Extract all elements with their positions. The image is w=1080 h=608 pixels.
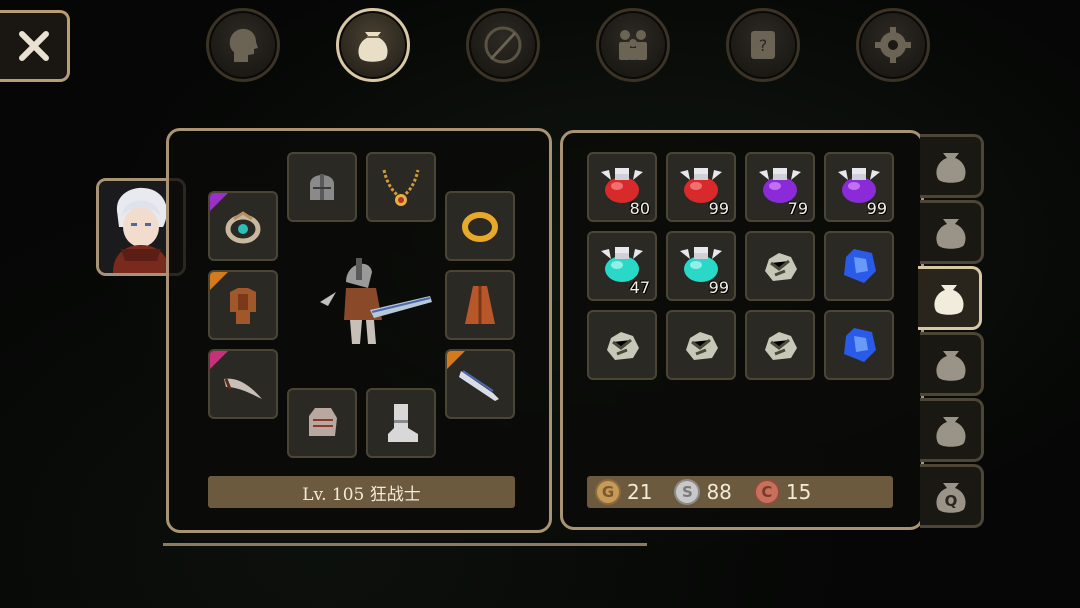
inventory-slot[interactable]: 80 <box>587 152 657 222</box>
svg-text:?: ? <box>759 36 768 55</box>
gear-icon <box>875 27 911 63</box>
inventory-slot[interactable] <box>666 310 736 380</box>
tab-settings[interactable] <box>856 8 930 82</box>
equip-slot-ring-2[interactable] <box>445 191 515 261</box>
quest-scroll-icon: ? <box>751 31 775 59</box>
ore-icon <box>607 332 639 360</box>
bag-icon <box>935 153 966 183</box>
inventory-slot[interactable]: 99 <box>666 152 736 222</box>
inventory-slot[interactable] <box>824 231 894 301</box>
bag-tab-5[interactable] <box>920 398 984 462</box>
tab-skills[interactable] <box>466 8 540 82</box>
bag-tab-1[interactable] <box>920 134 984 198</box>
inventory-slot[interactable] <box>824 310 894 380</box>
tab-party[interactable] <box>596 8 670 82</box>
divider <box>163 543 647 546</box>
inventory-slot[interactable]: 79 <box>745 152 815 222</box>
bag-icon <box>933 285 964 315</box>
item-quantity: 47 <box>629 278 650 297</box>
currency-bar: G 21 S 88 C 15 <box>587 476 893 508</box>
gold-amount: 21 <box>627 480 653 504</box>
ore-icon <box>765 253 797 281</box>
boots-icon <box>388 404 418 442</box>
item-quantity: 99 <box>708 199 729 218</box>
blue-gem-icon <box>844 249 876 283</box>
gold-ring-icon <box>462 212 498 242</box>
level-class-label: Lv. 105 狂战士 <box>208 476 515 508</box>
close-icon <box>18 31 49 61</box>
item-quantity: 99 <box>866 199 887 218</box>
inventory-slot[interactable] <box>745 231 815 301</box>
equip-slot-gloves[interactable] <box>287 388 357 458</box>
inventory-slot[interactable]: 99 <box>824 152 894 222</box>
inventory-slot[interactable] <box>745 310 815 380</box>
equip-slot-helmet[interactable] <box>287 152 357 222</box>
equip-slot-ring[interactable] <box>208 191 278 261</box>
quest-bag-icon: Q <box>935 483 966 513</box>
equip-slot-offhand[interactable] <box>445 349 515 419</box>
profile-head-icon <box>229 28 258 62</box>
character-sprite <box>320 258 432 344</box>
silver-amount: 88 <box>706 480 732 504</box>
cloak-icon <box>465 286 495 324</box>
blue-gem-icon <box>844 328 876 362</box>
copper-coin-icon: C <box>753 479 780 505</box>
equip-slot-cloak[interactable] <box>445 270 515 340</box>
bag-tab-2[interactable] <box>920 200 984 264</box>
inventory-slot[interactable]: 47 <box>587 231 657 301</box>
tab-quests[interactable]: ? <box>726 8 800 82</box>
equip-slot-amulet[interactable] <box>366 152 436 222</box>
silver-coin-icon: S <box>674 479 701 505</box>
copper-currency: C 15 <box>753 479 812 505</box>
inventory-slot[interactable] <box>587 310 657 380</box>
ore-icon <box>765 332 797 360</box>
gauntlet-icon <box>309 408 337 436</box>
bag-tab-4[interactable] <box>920 332 984 396</box>
helmet-icon <box>310 174 334 200</box>
bag-icon <box>935 351 966 381</box>
rarity-badge <box>210 193 228 211</box>
amulet-icon <box>382 169 420 206</box>
rarity-badge <box>210 351 228 369</box>
item-quantity: 80 <box>629 199 650 218</box>
equip-slot-weapon[interactable] <box>208 349 278 419</box>
tab-bag[interactable] <box>336 8 410 82</box>
ore-icon <box>686 332 718 360</box>
gold-coin-icon: G <box>595 479 621 505</box>
bag-icon <box>935 417 966 447</box>
tab-character[interactable] <box>206 8 280 82</box>
party-icon <box>619 30 647 60</box>
bag-tab-6[interactable]: Q <box>920 464 984 528</box>
bag-icon <box>935 219 966 249</box>
copper-amount: 15 <box>785 480 812 504</box>
equip-slot-boots[interactable] <box>366 388 436 458</box>
inventory-slot[interactable]: 99 <box>666 231 736 301</box>
sword-compass-icon <box>484 26 522 64</box>
bag-tab-3[interactable] <box>918 266 982 330</box>
gold-currency: G 21 <box>595 479 652 505</box>
close-button[interactable] <box>0 10 70 82</box>
item-quantity: 99 <box>708 278 729 297</box>
equip-slot-armor[interactable] <box>208 270 278 340</box>
rarity-badge <box>210 272 228 290</box>
quest-tab-letter: Q <box>944 492 957 510</box>
silver-currency: S 88 <box>674 479 732 505</box>
bag-icon <box>358 32 388 62</box>
item-quantity: 79 <box>787 199 808 218</box>
rarity-badge <box>447 351 465 369</box>
